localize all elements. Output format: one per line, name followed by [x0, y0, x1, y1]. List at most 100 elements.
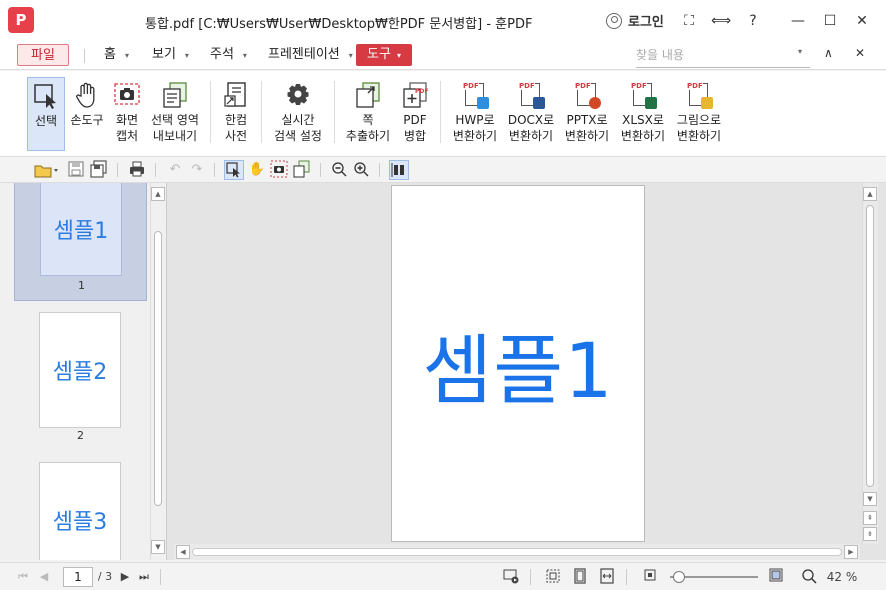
viewer-horizontal-scrollbar[interactable]: ◀ ▶	[174, 544, 860, 560]
undo-icon[interactable]: ↶	[165, 160, 185, 180]
scroll-left-icon[interactable]: ◀	[176, 545, 190, 559]
ribbon-divider	[334, 81, 335, 143]
collapse-ribbon-icon[interactable]: ∧	[824, 46, 833, 60]
status-divider	[530, 569, 531, 585]
export-area-button[interactable]: 선택 영역 내보내기	[148, 77, 202, 151]
merge-pdf-button[interactable]: PDF PDF 병합	[398, 77, 432, 151]
thumbnail-panel-icon[interactable]	[389, 160, 409, 180]
actual-size-icon[interactable]	[544, 568, 562, 586]
zoom-icon[interactable]	[800, 568, 818, 586]
search-settings-button[interactable]: 실시간 검색 설정	[268, 77, 328, 151]
status-bar: ⏮ ◀ 1 / 3 ▶ ⏭ 42 %	[0, 562, 886, 590]
split-view-icon[interactable]: ⟺	[710, 10, 732, 32]
next-page-icon[interactable]: ▶	[118, 568, 132, 586]
select-cursor-icon[interactable]	[224, 160, 244, 180]
save-icon[interactable]	[66, 160, 86, 180]
print-icon[interactable]	[127, 160, 147, 180]
find-input[interactable]: 찾을 내용	[636, 44, 810, 68]
menu-file[interactable]: 파일	[17, 44, 69, 66]
chevron-down-icon: ▾	[396, 51, 401, 60]
thumbnail-page: 셈플2	[39, 312, 121, 428]
zoom-out-icon[interactable]	[329, 160, 349, 180]
zoom-in-icon[interactable]	[351, 160, 371, 180]
scroll-down-icon[interactable]: ▼	[151, 540, 165, 554]
export-area-icon[interactable]	[291, 160, 311, 180]
scroll-down-icon[interactable]: ▼	[863, 492, 877, 506]
extract-pages-button[interactable]: 쪽 추출하기	[342, 77, 394, 151]
slideshow-icon[interactable]	[502, 568, 520, 586]
chevron-down-icon: ▾	[348, 51, 353, 60]
scroll-thumb[interactable]	[866, 205, 874, 487]
convert-hwp-button[interactable]: PDF HWP로 변환하기	[448, 77, 502, 151]
convert-docx-button[interactable]: PDF DOCX로 변환하기	[504, 77, 558, 151]
minimize-button[interactable]: —	[787, 10, 809, 32]
convert-image-button[interactable]: PDF 그림으로 변환하기	[672, 77, 726, 151]
page-number-input[interactable]: 1	[63, 567, 93, 587]
convert-image-label-2: 변환하기	[676, 129, 722, 143]
convert-xlsx-button[interactable]: PDF XLSX로 변환하기	[616, 77, 670, 151]
chevron-down-icon: ▾	[242, 51, 247, 60]
search-settings-label-2: 검색 설정	[274, 129, 322, 143]
previous-page-scroll-icon[interactable]: ⇞	[863, 511, 877, 525]
pdf-tag: PDF	[687, 82, 703, 90]
menu-view[interactable]: 보기 ▾	[152, 44, 189, 66]
fit-width-icon[interactable]	[598, 568, 616, 586]
help-icon[interactable]: ?	[742, 10, 764, 32]
thumbnail-item[interactable]: 셈플3	[14, 462, 147, 560]
scroll-up-icon[interactable]: ▲	[863, 187, 877, 201]
scroll-thumb[interactable]	[154, 231, 162, 506]
scroll-right-icon[interactable]: ▶	[844, 545, 858, 559]
fullscreen-icon[interactable]: ⛶	[678, 10, 700, 32]
fit-page-icon[interactable]	[571, 568, 589, 586]
camera-icon	[113, 81, 141, 109]
thumbnail-number: 2	[77, 429, 84, 442]
viewer-vertical-scrollbar[interactable]: ▲ ▼ ⇞ ⇟	[862, 183, 878, 544]
first-page-icon[interactable]: ⏮	[16, 568, 30, 586]
extract-pages-label-2: 추출하기	[345, 129, 391, 143]
zoom-min-icon[interactable]	[642, 568, 658, 586]
find-dropdown-icon[interactable]: ▾	[798, 47, 802, 56]
camera-icon[interactable]	[269, 160, 289, 180]
login-button[interactable]: 로그인	[606, 11, 664, 30]
extract-pages-label-1: 쪽	[362, 113, 374, 127]
close-find-icon[interactable]: ✕	[855, 46, 865, 60]
save-as-icon[interactable]	[89, 160, 109, 180]
zoom-level[interactable]: 42 %	[822, 568, 862, 586]
convert-pptx-button[interactable]: PDF PPTX로 변환하기	[560, 77, 614, 151]
redo-icon[interactable]: ↷	[187, 160, 207, 180]
hand-icon[interactable]: ✋	[247, 160, 267, 180]
app-logo[interactable]: P	[8, 7, 34, 33]
open-folder-icon[interactable]	[32, 160, 60, 180]
ribbon-toolbar: 선택 손도구 화면 캡처 선택 영역 내보내기 한컴 사전 실시간 검색 설정	[0, 71, 886, 157]
prev-page-icon[interactable]: ◀	[37, 568, 51, 586]
dictionary-icon	[222, 81, 250, 109]
menu-presentation[interactable]: 프레젠테이션 ▾	[268, 44, 353, 66]
hand-tool-button[interactable]: 손도구	[68, 77, 106, 151]
menu-annotate[interactable]: 주석 ▾	[210, 44, 247, 66]
status-divider	[160, 569, 161, 585]
scroll-thumb[interactable]	[192, 548, 842, 556]
menu-tools[interactable]: 도구 ▾	[356, 44, 412, 66]
select-tool-button[interactable]: 선택	[27, 77, 65, 151]
convert-hwp-label-1: HWP로	[455, 113, 495, 127]
thumbnail-item[interactable]: 셈플1 1	[14, 183, 147, 301]
zoom-max-icon[interactable]	[768, 568, 784, 586]
zoom-slider-handle[interactable]	[672, 571, 685, 583]
extract-pages-icon	[354, 81, 382, 109]
thumbnail-scrollbar[interactable]: ▲ ▼	[150, 183, 166, 560]
maximize-button[interactable]: ☐	[819, 10, 841, 32]
document-page: 셈플1	[391, 185, 645, 542]
select-cursor-icon	[32, 82, 60, 110]
dictionary-label-1: 한컴	[224, 113, 248, 127]
next-page-scroll-icon[interactable]: ⇟	[863, 527, 877, 541]
scroll-up-icon[interactable]: ▲	[151, 187, 165, 201]
hand-tool-label: 손도구	[70, 113, 104, 127]
last-page-icon[interactable]: ⏭	[137, 568, 151, 586]
thumbnail-item[interactable]: 셈플2 2	[14, 312, 147, 442]
menu-home[interactable]: 홈 ▾	[104, 44, 129, 66]
page-count: / 3	[97, 570, 113, 583]
close-button[interactable]: ✕	[851, 10, 873, 32]
dictionary-button[interactable]: 한컴 사전	[218, 77, 254, 151]
toolbar-divider	[155, 163, 156, 177]
screen-capture-button[interactable]: 화면 캡처	[110, 77, 144, 151]
